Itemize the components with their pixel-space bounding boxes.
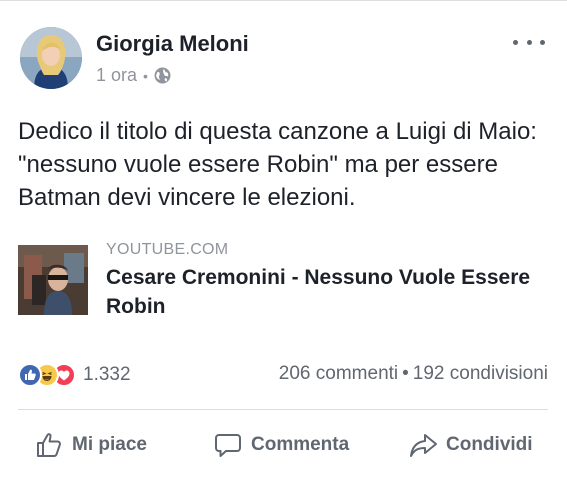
globe-icon[interactable]	[154, 67, 171, 84]
facebook-post-card: Giorgia Meloni 1 ora • Dedico il titolo …	[0, 0, 567, 480]
more-options-icon[interactable]	[513, 35, 545, 49]
author-name[interactable]: Giorgia Meloni	[96, 31, 249, 57]
like-label: Mi piace	[72, 434, 147, 455]
like-button[interactable]: Mi piace	[34, 419, 147, 471]
link-domain: YOUTUBE.COM	[106, 241, 229, 258]
divider	[18, 409, 548, 410]
video-thumbnail[interactable]	[18, 245, 88, 315]
share-label: Condividi	[446, 434, 533, 455]
action-bar: Mi piace Commenta Condividi	[18, 419, 548, 471]
counts-separator: •	[402, 363, 409, 384]
comment-button[interactable]: Commenta	[213, 419, 349, 471]
like-icon	[18, 363, 42, 387]
link-title[interactable]: Cesare Cremonini - Nessuno Vuole Essere …	[106, 263, 546, 321]
reactions-summary[interactable]: 1.332	[18, 361, 131, 389]
author-avatar[interactable]	[20, 27, 82, 89]
engagement-counts: 206 commenti • 192 condivisioni	[279, 363, 548, 385]
post-text: Dedico il titolo di questa canzone a Lui…	[18, 118, 537, 211]
post-timestamp[interactable]: 1 ora	[96, 65, 137, 86]
reaction-count[interactable]: 1.332	[83, 364, 131, 386]
avatar-image	[20, 27, 82, 89]
meta-separator: •	[143, 67, 148, 84]
post-stats: 1.332 206 commenti • 192 condivisioni	[18, 361, 548, 389]
comments-count[interactable]: 206 commenti	[279, 363, 398, 385]
post-meta: 1 ora •	[96, 65, 171, 86]
comment-icon	[215, 434, 241, 457]
link-preview[interactable]: YOUTUBE.COM Cesare Cremonini - Nessuno V…	[18, 239, 548, 319]
thumbs-up-icon	[37, 433, 61, 457]
share-button[interactable]: Condividi	[408, 419, 533, 471]
comment-label: Commenta	[251, 434, 350, 455]
share-icon	[410, 434, 437, 457]
shares-count[interactable]: 192 condivisioni	[413, 363, 548, 385]
